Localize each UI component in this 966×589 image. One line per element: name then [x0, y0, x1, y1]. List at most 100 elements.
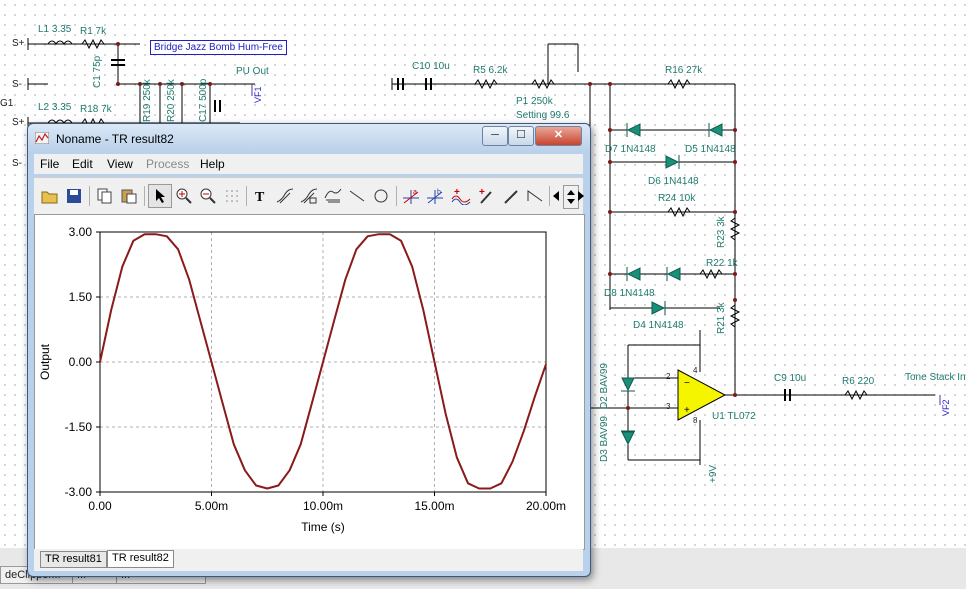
plot-area[interactable]: 0.00 5.00m 10.00m 15.00m 20.00m 3.00 1.50 0.00-… [34, 214, 585, 550]
d6-label: D6 1N4148 [648, 176, 699, 187]
text-icon[interactable]: T [250, 185, 272, 207]
cursor-a-cross-icon[interactable]: a [400, 185, 422, 207]
line-icon[interactable] [346, 185, 368, 207]
menu-file[interactable]: File [40, 157, 59, 171]
waveform-chart[interactable]: 0.00 5.00m 10.00m 15.00m 20.00m3.001.500.00-… [35, 215, 584, 549]
r18-label: R18 7k [80, 104, 112, 115]
pin-3-label: 3 [666, 402, 671, 411]
x-tick-label: 15.00m [414, 499, 454, 513]
r5-label: R5 6.2k [473, 65, 508, 76]
x-tick-label: 5.00m [195, 499, 228, 513]
tone-stack-in-label: Tone Stack In [905, 372, 966, 383]
maximize-button[interactable]: ☐ [508, 126, 534, 146]
scroll-right-icon[interactable] [577, 185, 585, 207]
y-tick-label: 0.00 [69, 355, 93, 369]
d7-label: D7 1N4148 [605, 144, 656, 155]
vf2-label: VF2 [941, 399, 951, 416]
s-plus-terminal-label: S+ [12, 38, 25, 49]
cursor-b-icon[interactable] [298, 185, 320, 207]
d3-label: D3 BAV99 [599, 416, 610, 462]
toolbar-separator [396, 186, 397, 206]
menu-help[interactable]: Help [200, 157, 225, 171]
tab-tr-result81[interactable]: TR result81 [40, 551, 107, 568]
pointer-icon[interactable] [148, 184, 172, 208]
toolbar-separator [89, 186, 90, 206]
zoom-in-icon[interactable] [173, 185, 195, 207]
waveform-plus-icon[interactable]: + [450, 185, 472, 207]
svg-text:T: T [255, 190, 265, 204]
y-tick-label: -3.00 [65, 485, 93, 499]
r16-label: R16 27k [665, 65, 703, 76]
d2-label: D2 BAV99 [599, 363, 610, 409]
x-tick-label: 10.00m [303, 499, 343, 513]
c10-label: C10 10u [412, 61, 450, 72]
r20-label: R20 250k [166, 79, 177, 122]
svg-text:+: + [479, 187, 485, 198]
d4-label: D4 1N4148 [633, 320, 684, 331]
x-tick-label: 20.00m [526, 499, 566, 513]
window-titlebar[interactable]: Noname - TR result82 ─ ☐ ✕ [28, 124, 590, 152]
cursor-b-cross-icon[interactable]: b [424, 185, 446, 207]
ramp-icon[interactable] [524, 185, 546, 207]
svg-text:b: b [437, 189, 441, 196]
circle-icon[interactable] [370, 185, 392, 207]
diagram-window[interactable]: Noname - TR result82 ─ ☐ ✕ File Edit Vie… [27, 123, 591, 577]
cursor-a-icon[interactable] [274, 185, 296, 207]
menu-process[interactable]: Process [146, 157, 189, 171]
plus-9v-label: +9V [708, 464, 719, 483]
result-tabs: TR result81 TR result82 [34, 549, 583, 571]
l2-label: L2 3.35 [38, 102, 72, 113]
grid-icon[interactable] [221, 185, 243, 207]
c17-label: C17 500p [198, 78, 209, 122]
svg-text:a: a [413, 189, 417, 196]
svg-text:+: + [454, 187, 460, 198]
svg-text:−: − [684, 378, 690, 389]
pin-2-label: 2 [666, 372, 671, 381]
s-minus-terminal-2-label: S- [12, 158, 22, 169]
close-button[interactable]: ✕ [535, 126, 582, 146]
paste-icon[interactable] [118, 185, 140, 207]
p1-setting-label: Setting 99.6 [516, 110, 570, 121]
pu-out-label: PU Out [236, 66, 269, 77]
window-title: Noname - TR result82 [56, 132, 174, 146]
s-minus-terminal-label: S- [12, 79, 22, 90]
r22-label: R22 1k [706, 258, 738, 269]
d5-label: D5 1N4148 [685, 144, 736, 155]
r24-label: R24 10k [658, 193, 696, 204]
open-icon[interactable] [39, 185, 61, 207]
pin-4-label: 4 [693, 366, 698, 375]
r1-label: R1 7k [80, 26, 107, 37]
copy-icon[interactable] [94, 185, 116, 207]
menu-edit[interactable]: Edit [72, 157, 93, 171]
svg-text:+: + [684, 405, 690, 416]
y-tick-label: 3.00 [69, 225, 93, 239]
r23-label: R23 3k [716, 216, 727, 248]
c9-label: C9 10u [774, 373, 807, 384]
d8-d1-label: D8 1N4148 [604, 288, 655, 299]
p1-label: P1 250k [516, 96, 553, 107]
pin-8-label: 8 [693, 416, 698, 425]
toolbar: T a b + + [34, 177, 585, 214]
x-tick-label: 0.00 [88, 499, 112, 513]
tab-tr-result82[interactable]: TR result82 [107, 550, 174, 568]
zoom-100-icon[interactable] [197, 185, 219, 207]
curve-edit-icon[interactable] [322, 185, 344, 207]
y-tick-label: 1.50 [69, 290, 93, 304]
c1-label: C1 75p [92, 55, 103, 88]
l1-label: L1 3.35 [38, 24, 72, 35]
scroll-left-icon[interactable] [550, 185, 562, 207]
x-axis-label: Time (s) [301, 520, 345, 534]
r19-label: R19 250k [142, 79, 153, 122]
menu-view[interactable]: View [107, 157, 133, 171]
minimize-button[interactable]: ─ [482, 126, 508, 146]
y-axis-label: Output [38, 343, 52, 380]
schematic-note[interactable]: Bridge Jazz Bomb Hum-Free [150, 40, 287, 55]
s-plus-terminal-2-label: S+ [12, 117, 25, 128]
toolbar-separator [246, 186, 247, 206]
toolbar-separator [144, 186, 145, 206]
pen-icon[interactable] [500, 185, 522, 207]
r6-label: R6 220 [842, 376, 875, 387]
u1-label: U1 TL072 [712, 411, 756, 422]
save-icon[interactable] [63, 185, 85, 207]
probe-plus-icon[interactable]: + [476, 185, 498, 207]
